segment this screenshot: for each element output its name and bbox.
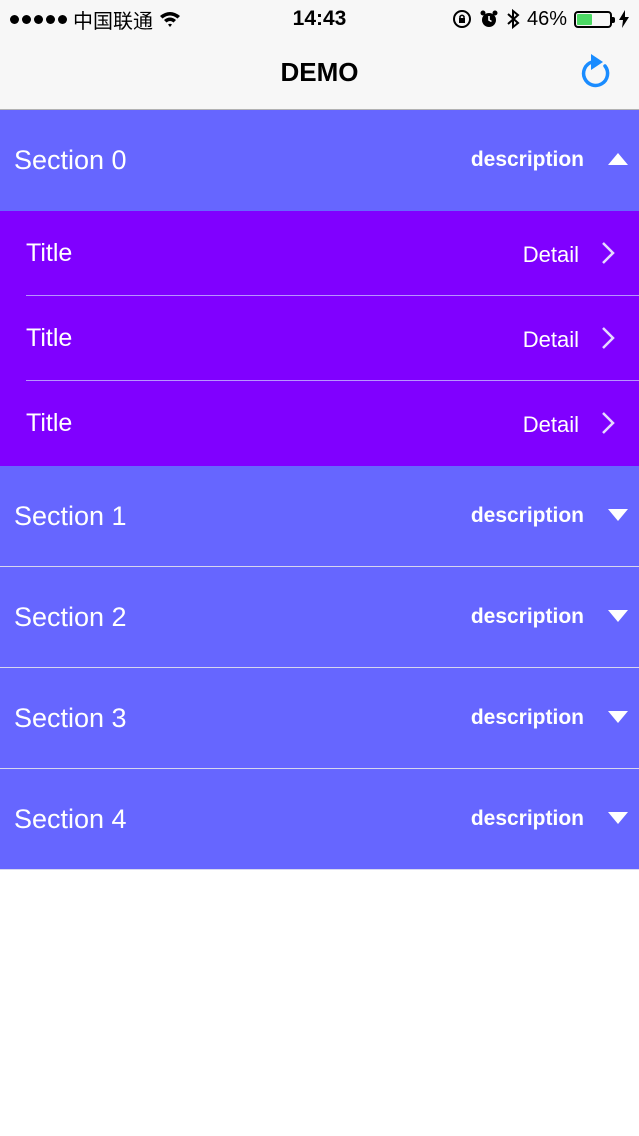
section-title: Section 2: [14, 602, 127, 632]
row-detail: Detail: [522, 327, 579, 352]
list-item[interactable]: Title Detail: [0, 381, 639, 466]
section-header-0[interactable]: Section 0 description: [0, 110, 639, 211]
alarm-icon: [480, 10, 498, 27]
carrier-label: 中国联通: [73, 10, 153, 33]
row-title: Title: [26, 409, 73, 437]
section-header-2[interactable]: Section 2 description: [0, 567, 639, 668]
section-description: description: [470, 605, 584, 628]
row-detail: Detail: [522, 242, 579, 267]
battery-fill: [577, 13, 592, 25]
wifi-icon: [160, 12, 180, 27]
status-bar: 中国联通 14:43 46%: [0, 0, 639, 38]
triangle-up-icon: [608, 153, 628, 165]
section-list: Section 0 description Title Detail Title Deta…: [0, 110, 639, 870]
triangle-down-icon: [608, 711, 628, 723]
row-detail: Detail: [522, 412, 579, 437]
battery-percent: 46%: [526, 7, 567, 30]
list-item[interactable]: Title Detail: [0, 211, 639, 296]
charging-icon: [619, 10, 629, 28]
chevron-right-icon: [602, 412, 615, 434]
section-header-4[interactable]: Section 4 description: [0, 769, 639, 870]
battery-icon: [574, 10, 615, 28]
bluetooth-icon: [507, 8, 520, 30]
section-description: description: [470, 148, 584, 171]
section-title: Section 1: [14, 501, 127, 531]
section-description: description: [470, 504, 584, 527]
row-title: Title: [26, 239, 73, 267]
signal-dots-icon: [10, 14, 67, 24]
status-bar-right: 46%: [452, 0, 629, 38]
chevron-right-icon: [602, 327, 615, 349]
section-description: description: [470, 807, 584, 830]
section-title: Section 0: [14, 145, 127, 175]
row-title: Title: [26, 324, 73, 352]
list-item[interactable]: Title Detail: [0, 296, 639, 381]
triangle-down-icon: [608, 812, 628, 824]
section-rows-0: Title Detail Title Detail Title Detail: [0, 211, 639, 466]
refresh-icon: [581, 54, 610, 88]
status-bar-left: 中国联通: [10, 0, 181, 38]
refresh-button[interactable]: [575, 50, 615, 94]
section-description: description: [470, 706, 584, 729]
navigation-bar: DEMO: [0, 38, 639, 110]
triangle-down-icon: [608, 509, 628, 521]
section-header-3[interactable]: Section 3 description: [0, 668, 639, 769]
section-header-1[interactable]: Section 1 description: [0, 466, 639, 567]
page-title: DEMO: [280, 57, 359, 87]
chevron-right-icon: [602, 242, 615, 264]
triangle-down-icon: [608, 610, 628, 622]
orientation-lock-icon: [452, 10, 471, 28]
section-title: Section 3: [14, 703, 127, 733]
section-title: Section 4: [14, 804, 127, 834]
